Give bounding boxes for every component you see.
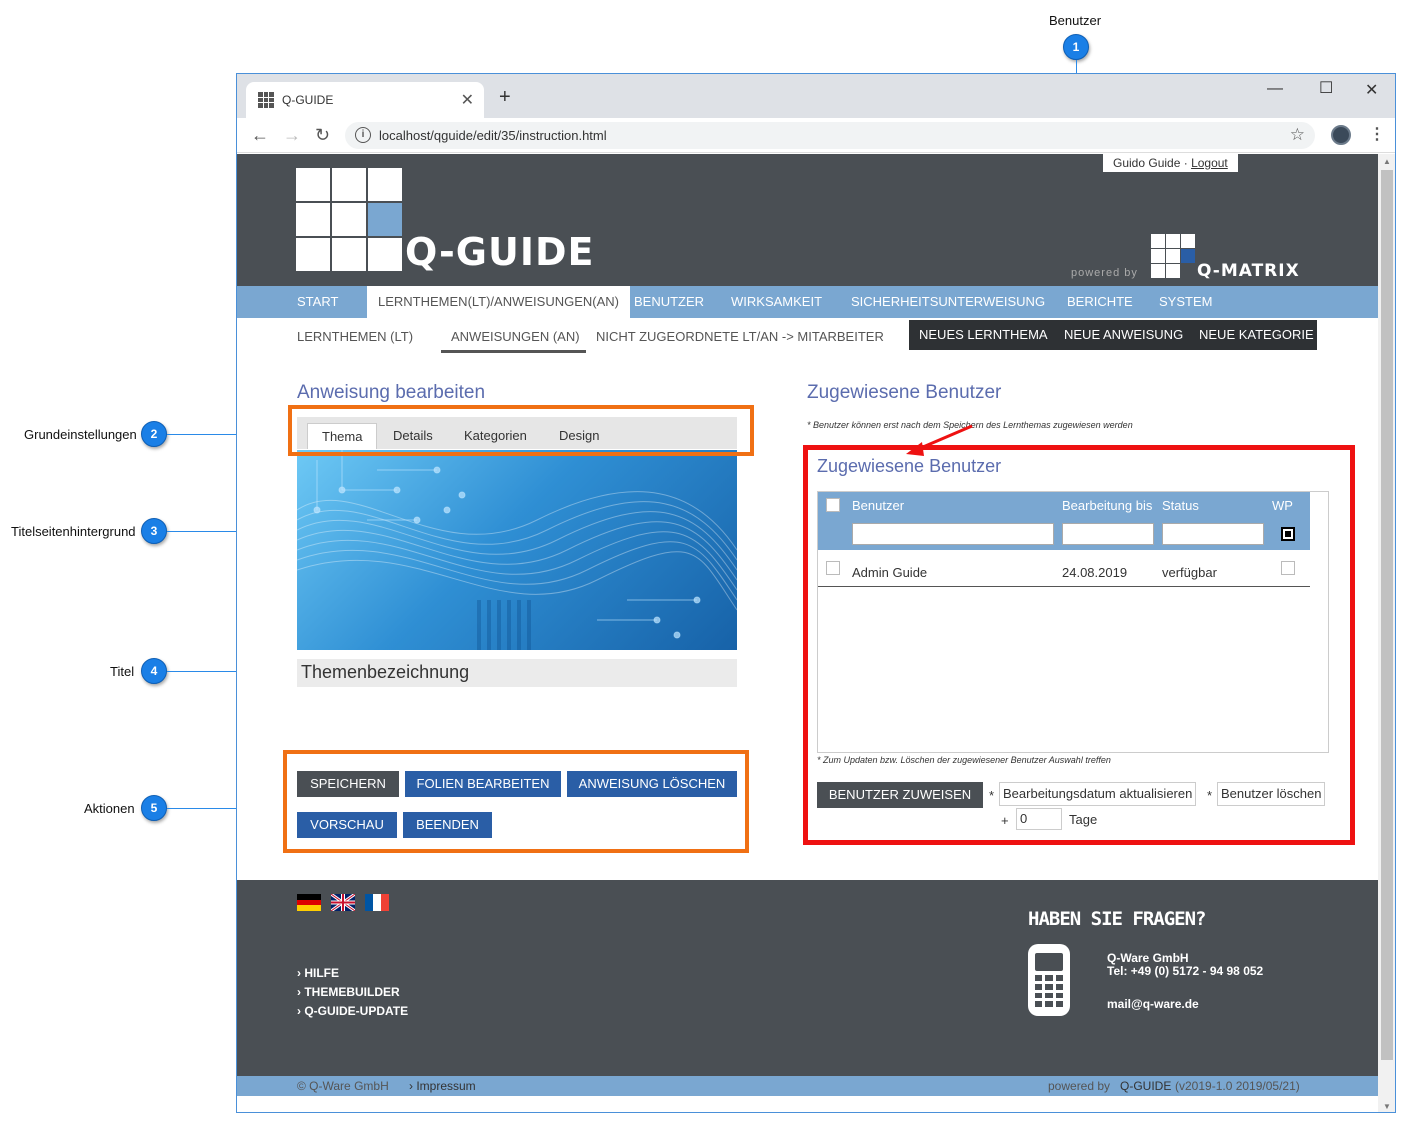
tab-title: Q-GUIDE: [282, 93, 334, 107]
nav-start[interactable]: START: [297, 286, 338, 318]
subnav-nicht-zugeordnete[interactable]: NICHT ZUGEORDNETE LT/AN -> MITARBEITER: [596, 329, 884, 344]
tab-strip: Q-GUIDE ✕ + — ☐ ✕: [237, 74, 1395, 118]
annotation-label-titelseitenhintergrund: Titelseitenhintergrund: [11, 524, 136, 539]
nav-system[interactable]: SYSTEM: [1159, 286, 1212, 318]
site-footer: [237, 880, 1378, 1076]
new-tab-button[interactable]: +: [499, 86, 511, 109]
highlight-aktionen: [283, 750, 749, 853]
main-navigation: START LERNTHEMEN(LT)/ANWEISUNGEN(AN) BEN…: [237, 286, 1378, 318]
qguide-favicon-icon: [258, 92, 274, 108]
highlight-benutzer: [803, 445, 1355, 845]
annotation-badge-4: 4: [141, 658, 167, 684]
new-category-button[interactable]: NEUE KATEGORIE: [1199, 327, 1314, 342]
edit-instruction-title: Anweisung bearbeiten: [297, 382, 486, 403]
maximize-icon[interactable]: ☐: [1319, 78, 1333, 98]
annotation-badge-5: 5: [141, 795, 167, 821]
annotation-label-benutzer: Benutzer: [1049, 13, 1102, 28]
bottom-bar: © Q-Ware GmbH › Impressum powered by Q-G…: [237, 1076, 1378, 1096]
nav-sicherheitsunterweisung[interactable]: SICHERHEITSUNTERWEISUNG: [851, 286, 1045, 318]
version: (v2019-1.0 2019/05/21): [1175, 1079, 1300, 1093]
qmatrix-text: Q-MATRIX: [1197, 261, 1300, 281]
reload-icon[interactable]: ↻: [315, 125, 330, 146]
faq-title: HABEN SIE FRAGEN?: [1028, 908, 1206, 930]
address-bar[interactable]: i localhost/qguide/edit/35/instruction.h…: [345, 122, 1315, 149]
logout-link[interactable]: Logout: [1191, 156, 1228, 170]
browser-tab[interactable]: Q-GUIDE ✕: [246, 82, 484, 118]
contact-company: Q-Ware GmbH: [1107, 951, 1189, 965]
vertical-scrollbar[interactable]: ▲ ▼: [1378, 154, 1395, 1112]
footer-link-update[interactable]: › Q-GUIDE-UPDATE: [297, 1004, 408, 1018]
action-bar: NEUES LERNTHEMA NEUE ANWEISUNG NEUE KATE…: [909, 320, 1317, 350]
forward-arrow-icon[interactable]: →: [283, 125, 301, 146]
assigned-users-title: Zugewiesene Benutzer: [807, 382, 1002, 403]
scroll-up-icon[interactable]: ▲: [1383, 157, 1391, 166]
copyright: © Q-Ware GmbH: [297, 1079, 389, 1093]
impressum-link[interactable]: › Impressum: [409, 1079, 476, 1093]
subnav-active-underline: [441, 350, 586, 353]
profile-globe-icon[interactable]: [1331, 125, 1351, 145]
annotation-label-grundeinstellungen: Grundeinstellungen: [24, 427, 137, 442]
annotation-badge-3: 3: [141, 518, 167, 544]
logo-text: Q-GUIDE: [405, 230, 595, 274]
new-topic-button[interactable]: NEUES LERNTHEMA: [919, 327, 1048, 342]
wave-circuit-graphic: [297, 450, 737, 650]
minimize-icon[interactable]: —: [1267, 80, 1283, 98]
highlight-grundeinstellungen: [288, 405, 754, 456]
footer-link-themebuilder[interactable]: › THEMEBUILDER: [297, 985, 400, 999]
annotation-label-aktionen: Aktionen: [84, 801, 135, 816]
qguide-logo-icon: [296, 168, 404, 272]
powered-by-label: powered by: [1071, 267, 1138, 279]
qmatrix-logo-icon: [1151, 234, 1197, 279]
contact-phone: Tel: +49 (0) 5172 - 94 98 052: [1107, 964, 1264, 978]
annotation-badge-2: 2: [141, 421, 167, 447]
nav-lernthemen-anweisungen[interactable]: LERNTHEMEN(LT)/ANWEISUNGEN(AN): [367, 286, 630, 318]
annotation-badge-1: 1: [1063, 34, 1089, 60]
nav-wirksamkeit[interactable]: WIRKSAMKEIT: [731, 286, 822, 318]
red-arrow-icon: [906, 424, 973, 456]
subnav-anweisungen[interactable]: ANWEISUNGEN (AN): [451, 329, 580, 344]
window-close-icon[interactable]: ✕: [1365, 80, 1378, 100]
site-info-icon[interactable]: i: [355, 127, 371, 143]
powered-name[interactable]: Q-GUIDE: [1120, 1079, 1171, 1093]
browser-toolbar: ← → ↻ i localhost/qguide/edit/35/instruc…: [237, 118, 1395, 153]
scroll-thumb[interactable]: [1381, 170, 1393, 1060]
phone-icon: [1028, 944, 1070, 1016]
bookmark-star-icon[interactable]: ☆: [1290, 125, 1305, 145]
subnav-lernthemen[interactable]: LERNTHEMEN (LT): [297, 329, 413, 344]
footer-link-hilfe[interactable]: › HILFE: [297, 966, 339, 980]
title-page-background-image[interactable]: [297, 450, 737, 650]
tab-close-icon[interactable]: ✕: [461, 90, 474, 110]
user-name: Guido Guide: [1113, 156, 1181, 170]
url-text: localhost/qguide/edit/35/instruction.htm…: [379, 128, 607, 143]
user-box: Guido Guide · Logout: [1103, 154, 1238, 172]
scroll-down-icon[interactable]: ▼: [1383, 1102, 1391, 1111]
contact-email[interactable]: mail@q-ware.de: [1107, 997, 1199, 1011]
topic-title-input[interactable]: Themenbezeichnung: [297, 659, 737, 687]
powered-prefix: powered by: [1048, 1079, 1111, 1093]
annotation-label-titel: Titel: [110, 664, 135, 679]
browser-menu-icon[interactable]: ⋮: [1369, 124, 1385, 144]
site-header: Guido Guide · Logout Q-GUIDE powered by: [237, 154, 1378, 286]
user-separator: ·: [1180, 156, 1192, 170]
flag-fr-icon[interactable]: [365, 894, 389, 911]
nav-berichte[interactable]: BERICHTE: [1067, 286, 1133, 318]
nav-benutzer[interactable]: BENUTZER: [634, 286, 704, 318]
back-arrow-icon[interactable]: ←: [251, 125, 269, 146]
new-instruction-button[interactable]: NEUE ANWEISUNG: [1064, 327, 1183, 342]
flag-uk-icon[interactable]: [331, 894, 355, 911]
flag-de-icon[interactable]: [297, 894, 321, 911]
